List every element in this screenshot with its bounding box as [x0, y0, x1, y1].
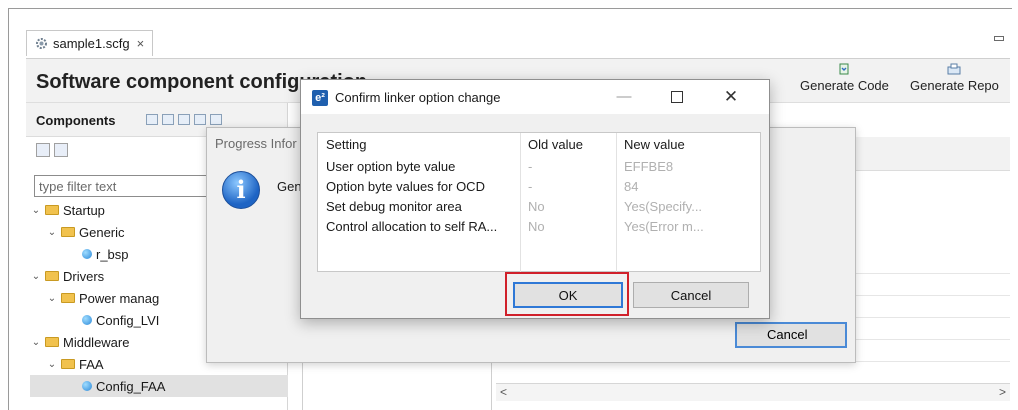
collapse-all-icon[interactable]	[194, 114, 206, 125]
folder-icon	[45, 337, 59, 347]
remove-component-icon[interactable]	[162, 114, 174, 125]
tree-item-label: Config_LVI	[96, 312, 160, 328]
progress-dialog-title: Progress Infor	[215, 136, 297, 151]
ok-button[interactable]: OK	[513, 282, 623, 308]
chevron-down-icon[interactable]: ⌄	[30, 205, 42, 216]
add-component-icon[interactable]	[146, 114, 158, 125]
folder-icon	[45, 205, 59, 215]
folder-icon	[61, 227, 75, 237]
cell-setting: User option byte value	[326, 159, 456, 174]
editor-tab[interactable]: sample1.scfg ×	[26, 30, 154, 56]
confirm-linker-dialog: e² Confirm linker option change — ✕ Sett…	[300, 79, 770, 319]
scroll-left-icon[interactable]: <	[500, 385, 507, 399]
components-toolbar	[146, 114, 222, 125]
cell-old: -	[528, 159, 533, 174]
expand-all-icon[interactable]	[210, 114, 222, 125]
cell-old: -	[528, 179, 533, 194]
minimize-icon[interactable]	[992, 30, 1006, 44]
ok-button-highlight: OK	[505, 272, 629, 316]
gear-icon	[36, 38, 47, 49]
table-row: Set debug monitor area No Yes(Specify...	[318, 197, 760, 217]
tree-item-label: Middleware	[63, 334, 130, 350]
chevron-down-icon[interactable]: ⌄	[30, 271, 42, 282]
linker-options-table: Setting Old value New value User option …	[317, 132, 761, 273]
progress-cancel-button[interactable]: Cancel	[735, 322, 847, 348]
cancel-button[interactable]: Cancel	[633, 282, 749, 308]
generate-code-label: Generate Code	[800, 78, 889, 93]
generate-code-button[interactable]: Generate Code	[800, 63, 889, 93]
tree-item[interactable]: Config_FAA	[30, 375, 288, 397]
editor-tab-label: sample1.scfg	[53, 36, 130, 51]
chevron-down-icon[interactable]: ⌄	[46, 359, 58, 370]
close-icon[interactable]: ✕	[716, 86, 746, 108]
cell-old: No	[528, 199, 545, 214]
tree-item-label: FAA	[79, 356, 104, 372]
tree-item-label: Config_FAA	[96, 378, 166, 394]
header-old-value: Old value	[528, 137, 583, 152]
generate-report-icon	[947, 63, 961, 75]
scroll-right-icon[interactable]: >	[999, 385, 1006, 399]
info-icon: i	[222, 171, 260, 209]
cell-new: Yes(Specify...	[624, 199, 703, 214]
maximize-icon[interactable]	[662, 86, 692, 108]
cell-setting: Set debug monitor area	[326, 199, 462, 214]
table-header: Setting Old value New value	[318, 135, 760, 155]
component-icon	[82, 381, 92, 391]
table-row: Control allocation to self RA... No Yes(Er…	[318, 217, 760, 237]
cell-new: 84	[624, 179, 639, 194]
folder-icon	[61, 359, 75, 369]
copy-component-icon[interactable]	[178, 114, 190, 125]
chevron-down-icon[interactable]: ⌄	[30, 337, 42, 348]
tree-item-label: Startup	[63, 202, 105, 218]
table-row: Option byte values for OCD - 84	[318, 177, 760, 197]
chevron-down-icon[interactable]: ⌄	[46, 293, 58, 304]
component-icon	[82, 249, 92, 259]
folder-icon	[45, 271, 59, 281]
table-row: User option byte value - EFFBE8	[318, 157, 760, 177]
cell-new: Yes(Error m...	[624, 219, 704, 234]
dialog-titlebar: e² Confirm linker option change — ✕	[301, 80, 769, 114]
close-icon[interactable]: ×	[137, 36, 145, 51]
component-icon	[82, 315, 92, 325]
cell-setting: Option byte values for OCD	[326, 179, 485, 194]
dialog-title: Confirm linker option change	[335, 90, 501, 105]
tree-item-label: r_bsp	[96, 246, 129, 262]
hardware-view-icon[interactable]	[54, 143, 68, 157]
horizontal-scrollbar[interactable]: < >	[496, 383, 1010, 401]
generate-code-icon	[839, 63, 849, 75]
cell-old: No	[528, 219, 545, 234]
tree-item-label: Power manag	[79, 290, 160, 306]
view-mode-toolbar	[36, 143, 68, 157]
app-icon: e²	[312, 90, 328, 106]
cell-setting: Control allocation to self RA...	[326, 219, 498, 234]
minimize-icon[interactable]: —	[609, 86, 639, 108]
editor-tab-bar: sample1.scfg ×	[26, 30, 1006, 58]
components-title: Components	[36, 113, 116, 128]
chevron-down-icon[interactable]: ⌄	[46, 227, 58, 238]
header-new-value: New value	[624, 137, 685, 152]
header-setting: Setting	[326, 137, 367, 152]
cell-new: EFFBE8	[624, 159, 674, 174]
generate-report-label: Generate Repo	[910, 78, 999, 93]
generate-report-button[interactable]: Generate Repo	[910, 63, 999, 93]
tree-item-label: Generic	[79, 224, 125, 240]
category-view-icon[interactable]	[36, 143, 50, 157]
folder-icon	[61, 293, 75, 303]
tree-item-label: Drivers	[63, 268, 105, 284]
